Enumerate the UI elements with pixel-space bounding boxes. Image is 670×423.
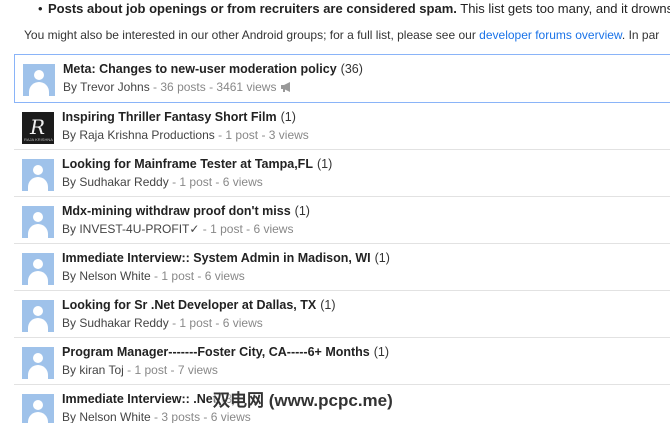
intro-text: You might also be interested in our othe…: [24, 28, 659, 42]
topic-row[interactable]: Looking for Sr .Net Developer at Dallas,…: [14, 291, 670, 338]
avatar: [22, 347, 54, 379]
topic-stats: - 1 post - 6 views: [150, 269, 245, 283]
topic-row[interactable]: Looking for Mainframe Tester at Tampa,FL…: [14, 150, 670, 197]
topic-title[interactable]: Immediate Interview:: .Net: [62, 392, 217, 406]
topic-title[interactable]: Program Manager-------Foster City, CA---…: [62, 345, 370, 359]
topic-count: (1): [373, 345, 390, 359]
watermark: 双电网 (www.pcpc.me): [213, 391, 393, 410]
topic-author: INVEST-4U-PROFIT✓: [79, 222, 200, 236]
topic-title[interactable]: Looking for Sr .Net Developer at Dallas,…: [62, 298, 316, 312]
topic-title[interactable]: Looking for Mainframe Tester at Tampa,FL: [62, 157, 313, 171]
by-label: By: [62, 316, 80, 330]
intro-before: You might also be interested in our othe…: [24, 28, 480, 42]
by-label: By: [62, 410, 80, 423]
topic-author: kiran Toj: [79, 363, 124, 377]
topic-count: (1): [374, 251, 390, 265]
avatar-logo-text: RAJA KRISHNA: [24, 137, 53, 142]
by-label: By: [62, 222, 80, 236]
bullet-icon: •: [38, 1, 43, 16]
topic-row[interactable]: Program Manager-------Foster City, CA---…: [14, 338, 670, 385]
topic-author: Sudhakar Reddy: [79, 175, 169, 189]
avatar: R RAJA KRISHNA: [22, 112, 54, 144]
avatar: [22, 253, 54, 285]
topic-author: Nelson White: [79, 410, 151, 423]
topic-title[interactable]: Mdx-mining withdraw proof don't miss: [62, 204, 291, 218]
forum-page: • Posts about job openings or from recru…: [0, 0, 670, 423]
topic-count: (1): [320, 298, 336, 312]
topic-row[interactable]: Mdx-mining withdraw proof don't miss (1) …: [14, 197, 670, 244]
topic-stats: - 3 posts - 6 views: [150, 410, 251, 423]
topic-stats: - 1 post - 6 views: [199, 222, 294, 236]
topic-title[interactable]: Inspiring Thriller Fantasy Short Film: [62, 110, 277, 124]
topic-title[interactable]: Immediate Interview:: System Admin in Ma…: [62, 251, 371, 265]
by-label: By: [62, 128, 80, 142]
megaphone-icon: [280, 81, 294, 96]
topic-author: Sudhakar Reddy: [79, 316, 169, 330]
spam-rule-bold: Posts about job openings or from recruit…: [48, 1, 457, 16]
topic-row[interactable]: Meta: Changes to new-user moderation pol…: [14, 54, 670, 103]
avatar: [23, 64, 55, 96]
spam-rule-text: This list gets too many, and it drowns o…: [460, 1, 670, 16]
topic-row[interactable]: Immediate Interview:: System Admin in Ma…: [14, 244, 670, 291]
topic-row[interactable]: R RAJA KRISHNA Inspiring Thriller Fantasy…: [14, 103, 670, 150]
topic-author: Trevor Johns: [80, 80, 150, 94]
by-label: By: [62, 363, 80, 377]
by-label: By: [62, 269, 80, 283]
topic-stats: - 1 post - 7 views: [123, 363, 218, 377]
topic-author: Raja Krishna Productions: [79, 128, 215, 142]
developer-forums-link[interactable]: developer forums overview: [479, 28, 622, 42]
by-label: By: [63, 80, 81, 94]
avatar: [22, 300, 54, 332]
intro-after: . In par: [621, 28, 660, 42]
topic-stats: - 1 post - 6 views: [168, 316, 263, 330]
topic-count: (1): [280, 110, 296, 124]
topic-title[interactable]: Meta: Changes to new-user moderation pol…: [63, 62, 337, 76]
topic-count: (1): [316, 157, 333, 171]
avatar: [22, 206, 54, 238]
topic-count: (36): [340, 62, 363, 76]
avatar-logo-letter: R: [30, 115, 46, 139]
topic-list: Meta: Changes to new-user moderation pol…: [14, 54, 670, 423]
avatar: [22, 394, 54, 423]
topic-author: Nelson White: [79, 269, 151, 283]
avatar: [22, 159, 54, 191]
topic-stats: - 1 post - 6 views: [168, 175, 263, 189]
topic-stats: - 1 post - 3 views: [214, 128, 309, 142]
topic-count: (1): [294, 204, 310, 218]
spam-rule-bullet: • Posts about job openings or from recru…: [38, 1, 670, 16]
by-label: By: [62, 175, 80, 189]
topic-stats: - 36 posts - 3461 views: [149, 80, 277, 94]
